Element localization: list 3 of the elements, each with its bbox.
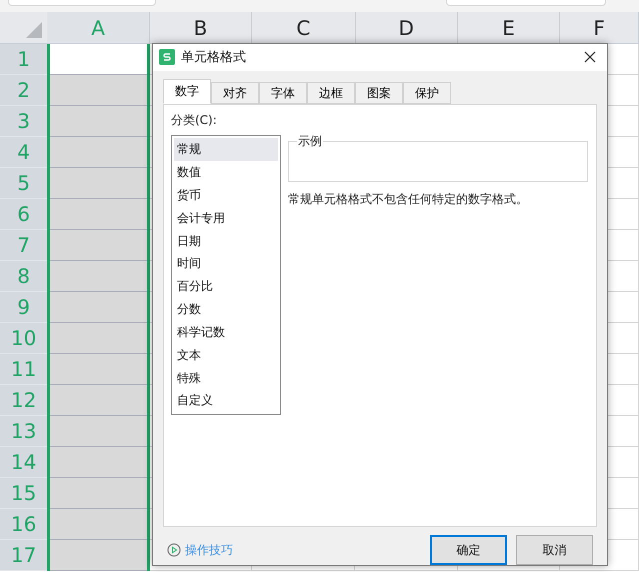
dialog-title: 单元格格式 <box>181 48 246 67</box>
category-label: 分类(C): <box>171 112 218 129</box>
format-description: 常规单元格格式不包含任何特定的数字格式。 <box>288 190 529 208</box>
